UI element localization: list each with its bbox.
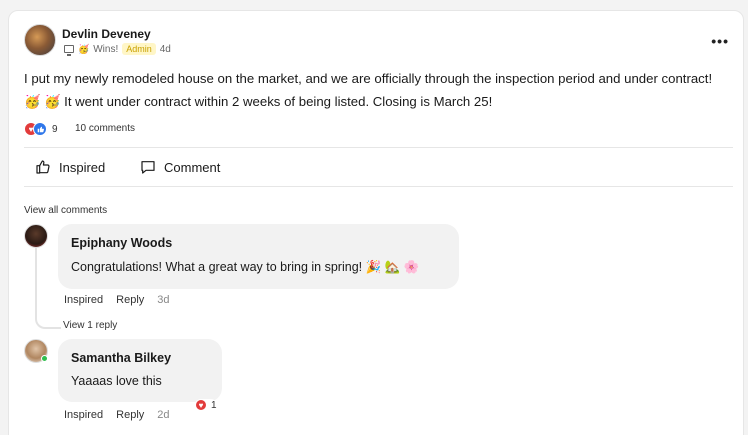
comment-time[interactable]: 3d: [157, 294, 169, 306]
online-status-indicator: [41, 355, 48, 362]
comment-text: Congratulations! What a great way to bri…: [71, 260, 420, 274]
comment-button[interactable]: Comment: [140, 159, 220, 175]
comment-actions: Inspired Reply 2d: [64, 409, 170, 421]
admin-badge: Admin: [122, 43, 156, 55]
like-icon: [33, 122, 47, 136]
post-card: Devlin Deveney 🥳 Wins! Admin 4d ••• I pu…: [8, 10, 744, 435]
comment-inspired-button[interactable]: Inspired: [64, 409, 103, 421]
comment-actions: Inspired Reply 3d: [64, 294, 170, 306]
commenter-name[interactable]: Samantha Bilkey: [71, 351, 171, 365]
comment-reaction-count: 1: [211, 399, 217, 411]
comment-time[interactable]: 2d: [157, 409, 169, 421]
comment-reply-button[interactable]: Reply: [116, 409, 144, 421]
inspired-button[interactable]: Inspired: [35, 159, 105, 175]
comment-reply-button[interactable]: Reply: [116, 294, 144, 306]
divider: [24, 186, 733, 187]
view-all-comments-link[interactable]: View all comments: [24, 205, 107, 216]
post-author-name[interactable]: Devlin Deveney: [62, 27, 151, 41]
more-options-button[interactable]: •••: [711, 33, 729, 49]
comment-label: Comment: [164, 159, 221, 175]
divider: [24, 147, 733, 148]
author-avatar[interactable]: [24, 24, 56, 56]
reaction-count: 9: [52, 123, 58, 135]
party-icon: 🥳: [78, 43, 90, 54]
reaction-summary[interactable]: ♥ 9: [24, 122, 58, 136]
monitor-icon: [64, 45, 74, 56]
post-category[interactable]: Wins!: [93, 44, 118, 55]
comment-bubble: Epiphany Woods Congratulations! What a g…: [58, 224, 459, 289]
post-meta: 🥳 Wins! Admin 4d: [64, 42, 171, 56]
post-body: I put my newly remodeled house on the ma…: [24, 71, 713, 109]
comment-icon: [141, 161, 155, 174]
comment-reaction-badge[interactable]: ♥ 1: [195, 399, 217, 411]
inspired-label: Inspired: [59, 159, 106, 175]
commenter-avatar[interactable]: [24, 224, 48, 248]
heart-icon: ♥: [195, 399, 207, 411]
comment-bubble: Samantha Bilkey Yaaaas love this: [58, 339, 222, 402]
comment-inspired-button[interactable]: Inspired: [64, 294, 103, 306]
post-time[interactable]: 4d: [160, 44, 171, 55]
commenter-name[interactable]: Epiphany Woods: [71, 236, 172, 250]
comments-count-link[interactable]: 10 comments: [75, 123, 135, 134]
view-replies-link[interactable]: View 1 reply: [63, 320, 117, 331]
comment-text: Yaaaas love this: [71, 374, 162, 388]
thumbs-up-icon: [36, 160, 50, 174]
